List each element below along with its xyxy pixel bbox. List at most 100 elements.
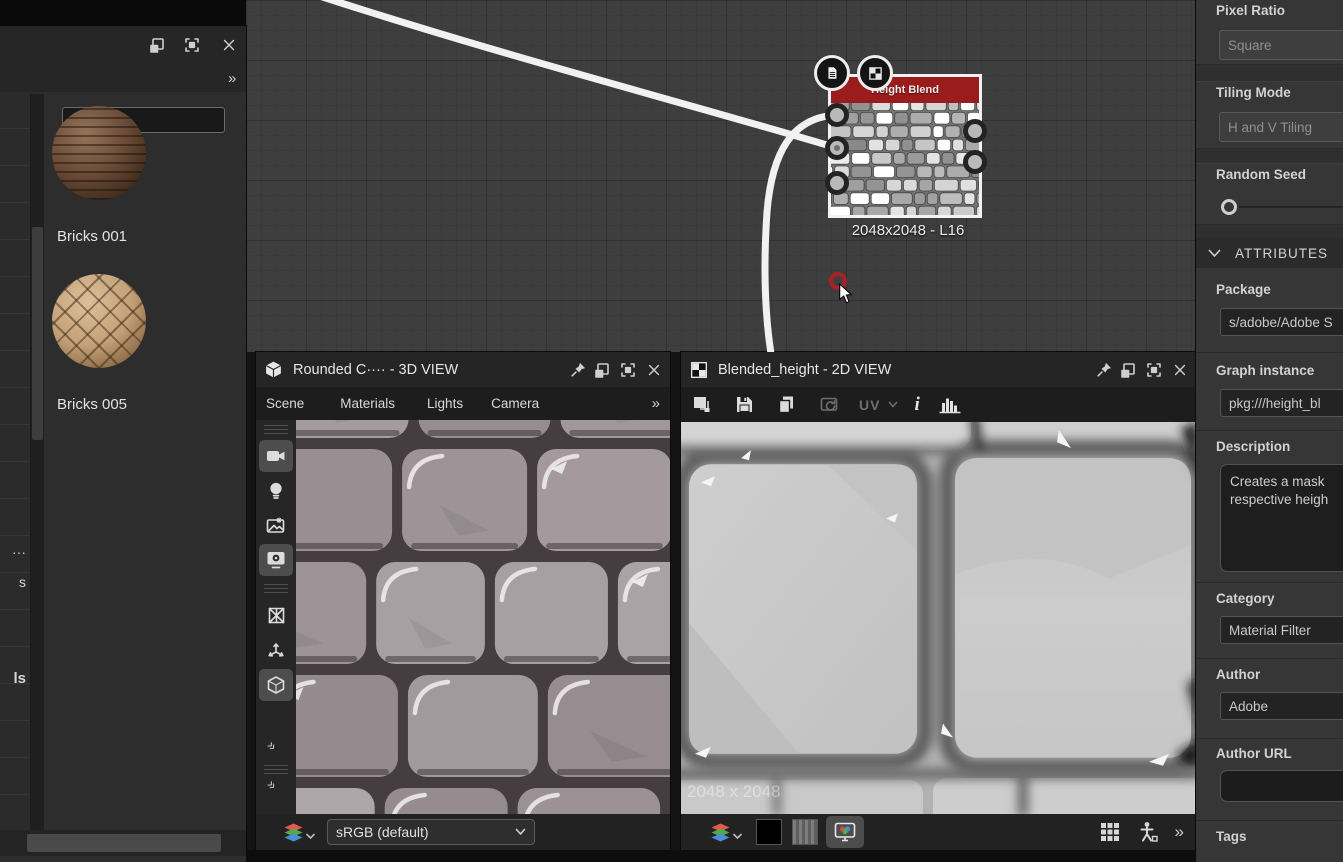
toolbar-overflow-button[interactable]: » [264, 737, 288, 761]
node-output-badge[interactable] [857, 55, 893, 91]
environment-button[interactable] [259, 509, 293, 541]
menu-materials[interactable]: Materials [340, 396, 395, 411]
bottombar-overflow-button[interactable]: » [1175, 822, 1184, 842]
information-button[interactable]: i [914, 394, 919, 416]
copy-to-clipboard-button[interactable] [769, 389, 803, 421]
view3d-bottom-bar: sRGB (default) [256, 814, 670, 850]
menu-camera[interactable]: Camera [491, 396, 539, 411]
maximize-icon [183, 36, 201, 54]
menu-lights[interactable]: Lights [427, 396, 463, 411]
input-port[interactable] [825, 171, 849, 195]
toolbar-grip[interactable] [264, 584, 288, 593]
search-expand-button[interactable]: » [228, 70, 236, 87]
toolbar-overflow-button[interactable]: » [264, 776, 288, 800]
toolbar-grip[interactable] [264, 765, 288, 774]
close-icon [646, 362, 662, 378]
save-image-button[interactable] [727, 389, 761, 421]
view2d-panel: Blended_height - 2D VIEW [681, 352, 1196, 850]
float-window-button[interactable] [590, 358, 614, 382]
output-port[interactable] [963, 150, 987, 174]
library-scrollbar-thumb[interactable] [32, 227, 43, 440]
category-field[interactable]: Material Filter [1220, 616, 1343, 644]
library-panel-header [0, 26, 246, 64]
float-window-button[interactable] [145, 33, 169, 57]
copy-icon [777, 395, 796, 414]
float-icon [148, 36, 166, 54]
node-doc-badge[interactable] [814, 55, 850, 91]
histogram-button[interactable] [938, 395, 962, 414]
package-value: s/adobe/Adobe S [1229, 315, 1333, 330]
author-field[interactable]: Adobe [1220, 692, 1343, 720]
grid-button[interactable] [1099, 821, 1121, 843]
wire-cube-icon [266, 675, 286, 695]
random-seed-slider-track[interactable] [1239, 206, 1343, 208]
library-hscrollbar-thumb[interactable] [27, 834, 221, 852]
author-value: Adobe [1229, 699, 1268, 714]
menu-scene[interactable]: Scene [266, 396, 304, 411]
material-label[interactable]: Bricks 001 [57, 228, 127, 245]
uv-mode-label-disabled[interactable]: UV [859, 397, 880, 413]
background-black-swatch[interactable] [756, 819, 782, 845]
input-port[interactable] [825, 103, 849, 127]
material-thumbnail-bricks-005[interactable] [52, 274, 146, 368]
toolbar-grip[interactable] [264, 425, 288, 434]
author-url-field[interactable] [1220, 770, 1343, 802]
attributes-section-header[interactable]: ATTRIBUTES [1196, 238, 1343, 268]
chevron-down-icon[interactable] [888, 401, 898, 409]
library-scrollbar-track[interactable] [31, 94, 44, 852]
category-value: Material Filter [1229, 623, 1311, 638]
top-bar [0, 0, 246, 26]
output-port[interactable] [963, 119, 987, 143]
light-button[interactable] [259, 475, 293, 507]
display-channels-button[interactable] [826, 816, 864, 848]
colorspace-layers-icon[interactable] [709, 822, 732, 843]
description-textarea[interactable]: Creates a mask respective heigh [1220, 464, 1343, 572]
pin-button[interactable] [1092, 358, 1116, 382]
tiling-mode-select[interactable]: H and V Tiling [1219, 112, 1343, 142]
wire[interactable] [301, 0, 837, 148]
height-blend-node[interactable]: Height Blend [828, 74, 982, 218]
view2d-canvas[interactable]: 2048 x 2048 [681, 422, 1196, 814]
input-port-connected[interactable] [825, 136, 849, 160]
random-seed-slider-handle[interactable] [1221, 199, 1237, 215]
pixel-ratio-select[interactable]: Square [1219, 30, 1343, 60]
library-category-column[interactable] [0, 92, 31, 856]
graph-instance-field[interactable]: pkg:///height_bl [1220, 389, 1343, 417]
wireframe-button[interactable] [259, 599, 293, 631]
menu-overflow-button[interactable]: » [652, 395, 660, 412]
float-window-button[interactable] [1116, 358, 1140, 382]
maximize-window-button[interactable] [1142, 358, 1166, 382]
float-icon [1119, 361, 1137, 379]
quad-grid-icon [267, 606, 286, 625]
description-line: respective heigh [1230, 491, 1340, 509]
checker-icon [868, 66, 883, 81]
display-settings-button[interactable] [259, 544, 293, 576]
package-field[interactable]: s/adobe/Adobe S [1220, 308, 1343, 336]
reload-image-button-disabled[interactable] [813, 389, 847, 421]
close-window-button[interactable] [1168, 358, 1192, 382]
render-3d-image[interactable] [296, 420, 670, 814]
attributes-title: ATTRIBUTES [1235, 246, 1328, 261]
axes-icon [266, 640, 286, 660]
background-stripes-swatch[interactable] [792, 819, 818, 845]
maximize-window-button[interactable] [616, 358, 640, 382]
material-label[interactable]: Bricks 005 [57, 396, 127, 413]
colorspace-layers-icon[interactable] [282, 822, 305, 843]
pin-button[interactable] [566, 358, 590, 382]
camera-view-button[interactable] [259, 440, 293, 472]
colorspace-select[interactable]: sRGB (default) [327, 819, 535, 845]
chevron-down-icon[interactable] [733, 833, 742, 840]
mouse-cursor [838, 283, 853, 304]
pin-icon [1096, 361, 1113, 378]
close-window-button[interactable] [217, 33, 241, 57]
copy-image-button[interactable] [685, 389, 719, 421]
geometry-button[interactable] [259, 669, 293, 701]
mannequin-button[interactable] [1137, 821, 1159, 843]
chevron-down-icon[interactable] [306, 833, 315, 840]
maximize-window-button[interactable] [180, 33, 204, 57]
close-window-button[interactable] [642, 358, 666, 382]
axis-gizmo-button[interactable] [259, 634, 293, 666]
section-divider [1196, 64, 1343, 82]
author-url-label: Author URL [1216, 746, 1292, 761]
material-thumbnail-bricks-001[interactable] [52, 106, 146, 200]
